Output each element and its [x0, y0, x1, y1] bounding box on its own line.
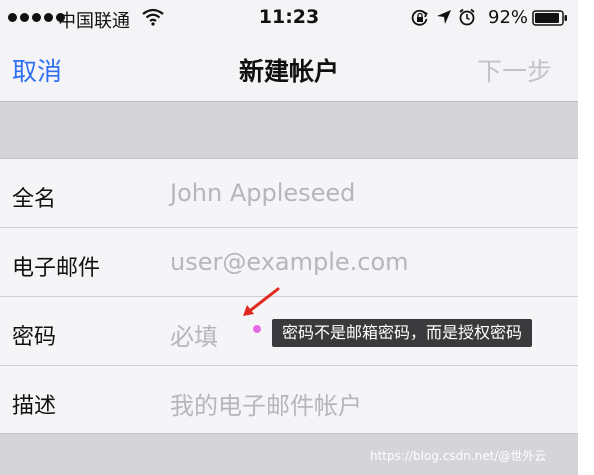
description-input[interactable]: 我的电子邮件帐户 — [170, 386, 362, 421]
battery-icon — [532, 10, 567, 26]
full-name-label: 全名 — [12, 187, 57, 212]
password-label: 密码 — [12, 325, 57, 350]
full-name-row[interactable]: 全名 John Appleseed — [0, 159, 578, 228]
location-icon — [437, 10, 451, 24]
account-form: 全名 John Appleseed 电子邮件 user@example.com … — [0, 158, 578, 434]
annotation-tooltip: 密码不是邮箱密码，而是授权密码 — [272, 319, 533, 347]
full-name-input[interactable]: John Appleseed — [170, 179, 355, 207]
battery-percentage: 92% — [488, 7, 529, 28]
navigation-bar: 取消 新建帐户 下一步 — [0, 36, 578, 102]
page-margin — [578, 0, 594, 475]
annotation-dot — [253, 325, 261, 333]
next-button[interactable]: 下一步 — [477, 52, 552, 88]
email-label: 电子邮件 — [12, 256, 101, 281]
ios-screen: 中国联通 11:23 92% 取消 新建帐户 下一步 全名 John Apple… — [0, 0, 578, 475]
email-row[interactable]: 电子邮件 user@example.com — [0, 228, 578, 297]
red-arrow-icon — [243, 287, 280, 316]
alarm-icon — [459, 8, 475, 26]
description-label: 描述 — [12, 394, 57, 419]
email-input[interactable]: user@example.com — [170, 248, 409, 276]
password-input[interactable]: 必填 — [170, 317, 218, 352]
status-bar: 中国联通 11:23 92% — [0, 0, 578, 36]
rotation-lock-icon — [411, 9, 428, 26]
description-row[interactable]: 描述 我的电子邮件帐户 — [0, 366, 578, 435]
watermark: https://blog.csdn.net/@世外云 — [370, 449, 547, 463]
